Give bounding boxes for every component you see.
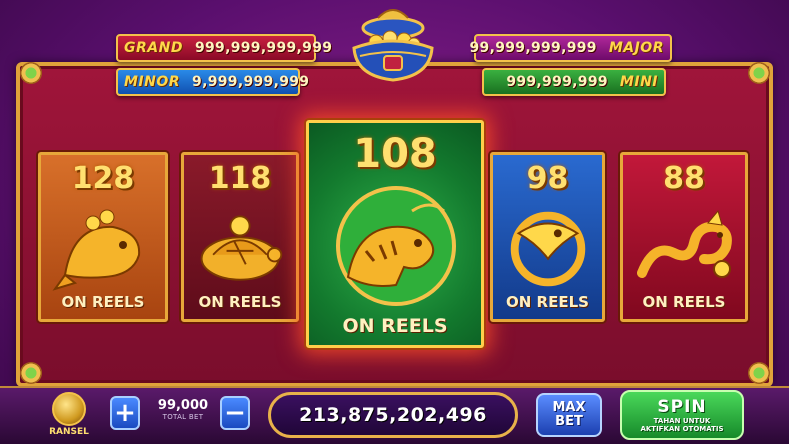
- total-bet-display: 99,000 TOTAL BET: [148, 398, 218, 421]
- ransel-button[interactable]: RANSEL: [42, 392, 96, 440]
- jackpot-minor-value: 9,999,999,999: [192, 74, 310, 90]
- golden-phoenix-icon: [510, 211, 586, 287]
- card-number: 108: [353, 131, 437, 177]
- balance-display: 213,875,202,496: [268, 392, 518, 438]
- card-number: 88: [663, 161, 705, 196]
- spin-hint-line2: AKTIFKAN OTOMATIS: [640, 425, 724, 433]
- card-caption: ON REELS: [61, 293, 145, 311]
- card-number: 98: [526, 161, 569, 196]
- reel-card-128: 128 ON REELS: [38, 152, 168, 322]
- total-bet-label: TOTAL BET: [162, 413, 204, 421]
- piggy-bank-icon: [52, 392, 86, 426]
- golden-dragon-icon: [637, 209, 732, 278]
- card-caption: ON REELS: [642, 293, 726, 311]
- card-number: 128: [71, 161, 135, 196]
- decrease-bet-button[interactable]: −: [220, 396, 250, 430]
- reel-card-108-highlighted: 108 ON REELS: [306, 120, 484, 348]
- max-bet-label-line2: BET: [555, 414, 583, 429]
- card-caption: ON REELS: [198, 293, 282, 311]
- jackpot-mini: 999,999,999 MINI: [482, 68, 666, 96]
- jackpot-minor: MINOR 9,999,999,999: [116, 68, 309, 96]
- spin-hint-line1: TAHAN UNTUK: [653, 417, 711, 425]
- jackpot-grand-label: GRAND: [124, 40, 183, 56]
- frame-corner-ornament: [748, 62, 770, 84]
- max-bet-label-line1: MAX: [552, 400, 586, 415]
- jackpot-major: 99,999,999,999 MAJOR: [470, 34, 672, 62]
- golden-turtle-icon: [200, 215, 283, 281]
- ransel-label: RANSEL: [49, 427, 89, 437]
- spin-button[interactable]: SPIN TAHAN UNTUK AKTIFKAN OTOMATIS: [620, 390, 744, 440]
- card-caption: ON REELS: [342, 315, 448, 337]
- golden-koi-fish-icon: [52, 209, 141, 291]
- jackpot-minor-label: MINOR: [124, 74, 181, 90]
- jackpot-grand-value: 999,999,999,999: [194, 40, 333, 56]
- card-number: 118: [208, 161, 272, 196]
- jackpot-major-label: MAJOR: [608, 40, 664, 56]
- frame-corner-ornament: [20, 62, 42, 84]
- max-bet-button[interactable]: MAX BET: [536, 393, 602, 437]
- reel-card-118: 118 ON REELS: [181, 152, 299, 322]
- golden-tiger-icon: [336, 186, 456, 306]
- increase-bet-button[interactable]: +: [110, 396, 140, 430]
- treasure-pot-icon: [352, 9, 434, 82]
- jackpot-major-value: 99,999,999,999: [469, 40, 597, 56]
- reel-card-98: 98 ON REELS: [490, 152, 605, 322]
- jackpot-mini-label: MINI: [619, 74, 658, 90]
- jackpot-mini-value: 999,999,999: [506, 74, 608, 90]
- jackpot-grand: GRAND 999,999,999,999: [116, 34, 332, 62]
- card-caption: ON REELS: [506, 293, 589, 311]
- spin-label: SPIN: [657, 397, 707, 417]
- frame-corner-ornament: [20, 362, 42, 384]
- frame-corner-ornament: [748, 362, 770, 384]
- total-bet-value: 99,000: [157, 398, 209, 413]
- reel-card-88: 88 ON REELS: [620, 152, 748, 322]
